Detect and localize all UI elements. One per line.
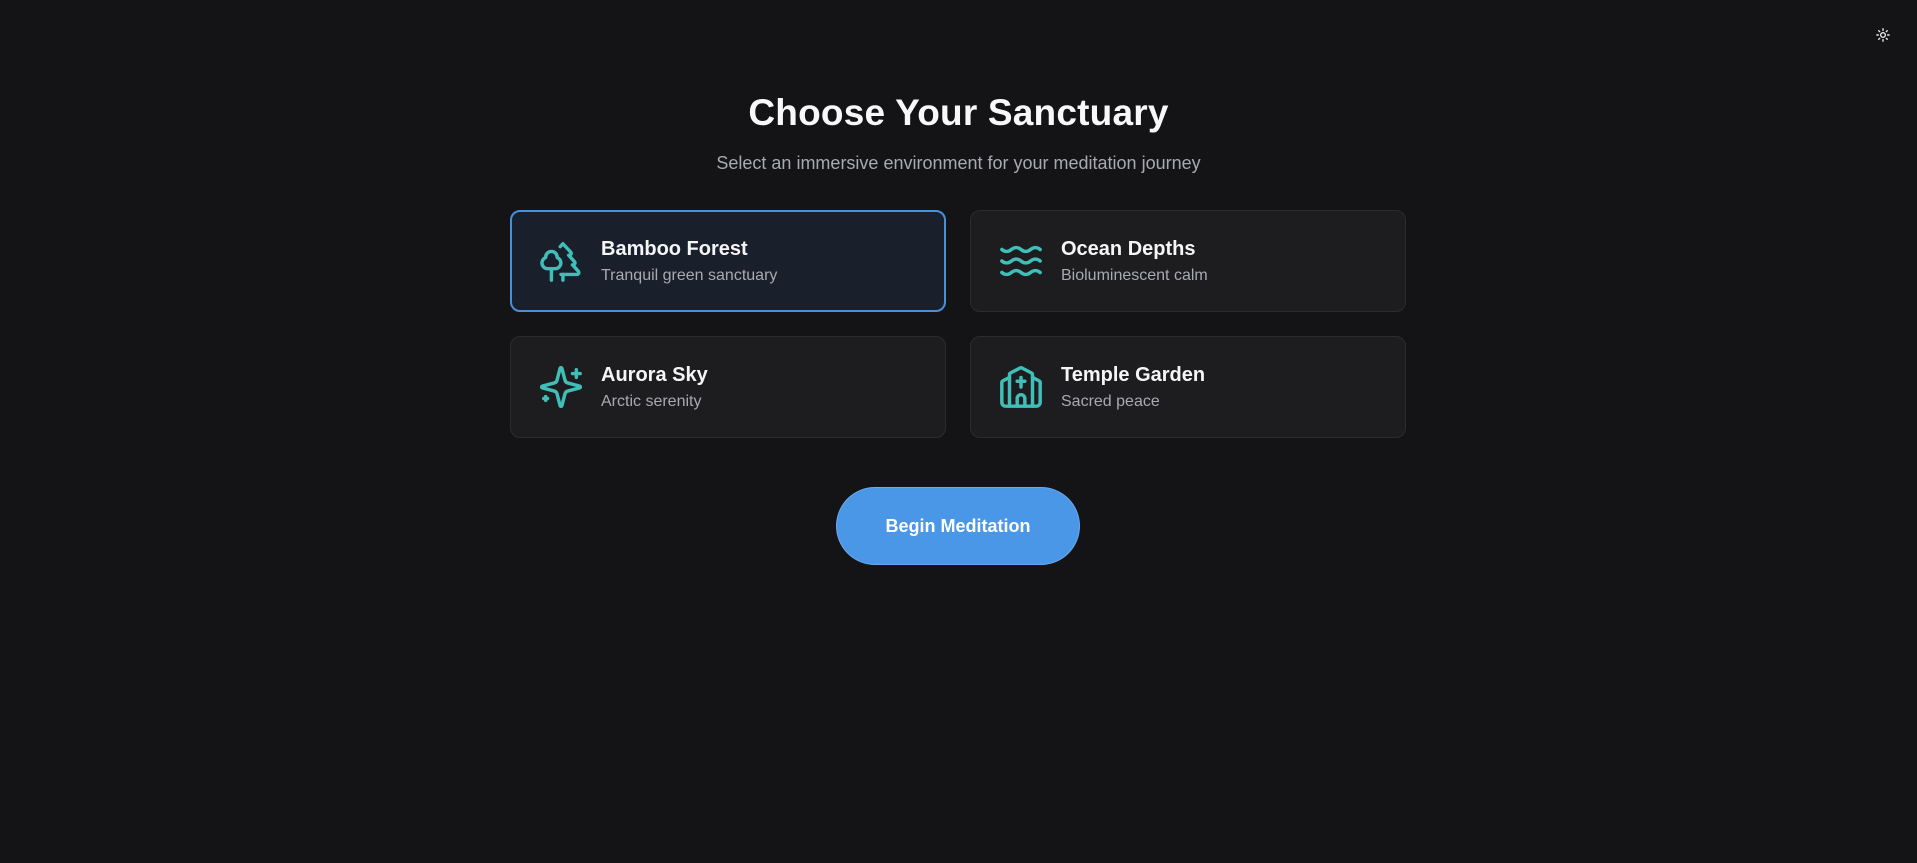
environment-title: Bamboo Forest [601, 237, 748, 260]
waves-icon [997, 237, 1045, 285]
environment-card-ocean-depths[interactable]: Ocean Depths Bioluminescent calm [970, 210, 1406, 312]
environment-card-aurora-sky[interactable]: Aurora Sky Arctic serenity [510, 336, 946, 438]
environment-subtitle: Tranquil green sanctuary [601, 266, 778, 284]
environment-card-bamboo-forest[interactable]: Bamboo Forest Tranquil green sanctuary [510, 210, 946, 312]
page-title: Choose Your Sanctuary [748, 92, 1169, 133]
sparkles-icon [537, 363, 585, 411]
page-subtitle: Select an immersive environment for your… [716, 153, 1201, 173]
environment-title: Aurora Sky [601, 363, 708, 386]
theme-toggle-button[interactable] [1870, 22, 1896, 48]
environment-grid: Bamboo Forest Tranquil green sanctuary O… [510, 210, 1406, 438]
trees-icon [537, 237, 585, 285]
environment-subtitle: Arctic serenity [601, 392, 702, 410]
begin-meditation-button[interactable]: Begin Meditation [836, 487, 1080, 565]
environment-subtitle: Sacred peace [1061, 392, 1160, 410]
environment-card-temple-garden[interactable]: Temple Garden Sacred peace [970, 336, 1406, 438]
environment-subtitle: Bioluminescent calm [1061, 266, 1208, 284]
environment-title: Ocean Depths [1061, 237, 1196, 260]
sun-icon [1876, 28, 1890, 42]
environment-title: Temple Garden [1061, 363, 1206, 386]
church-icon [997, 363, 1045, 411]
